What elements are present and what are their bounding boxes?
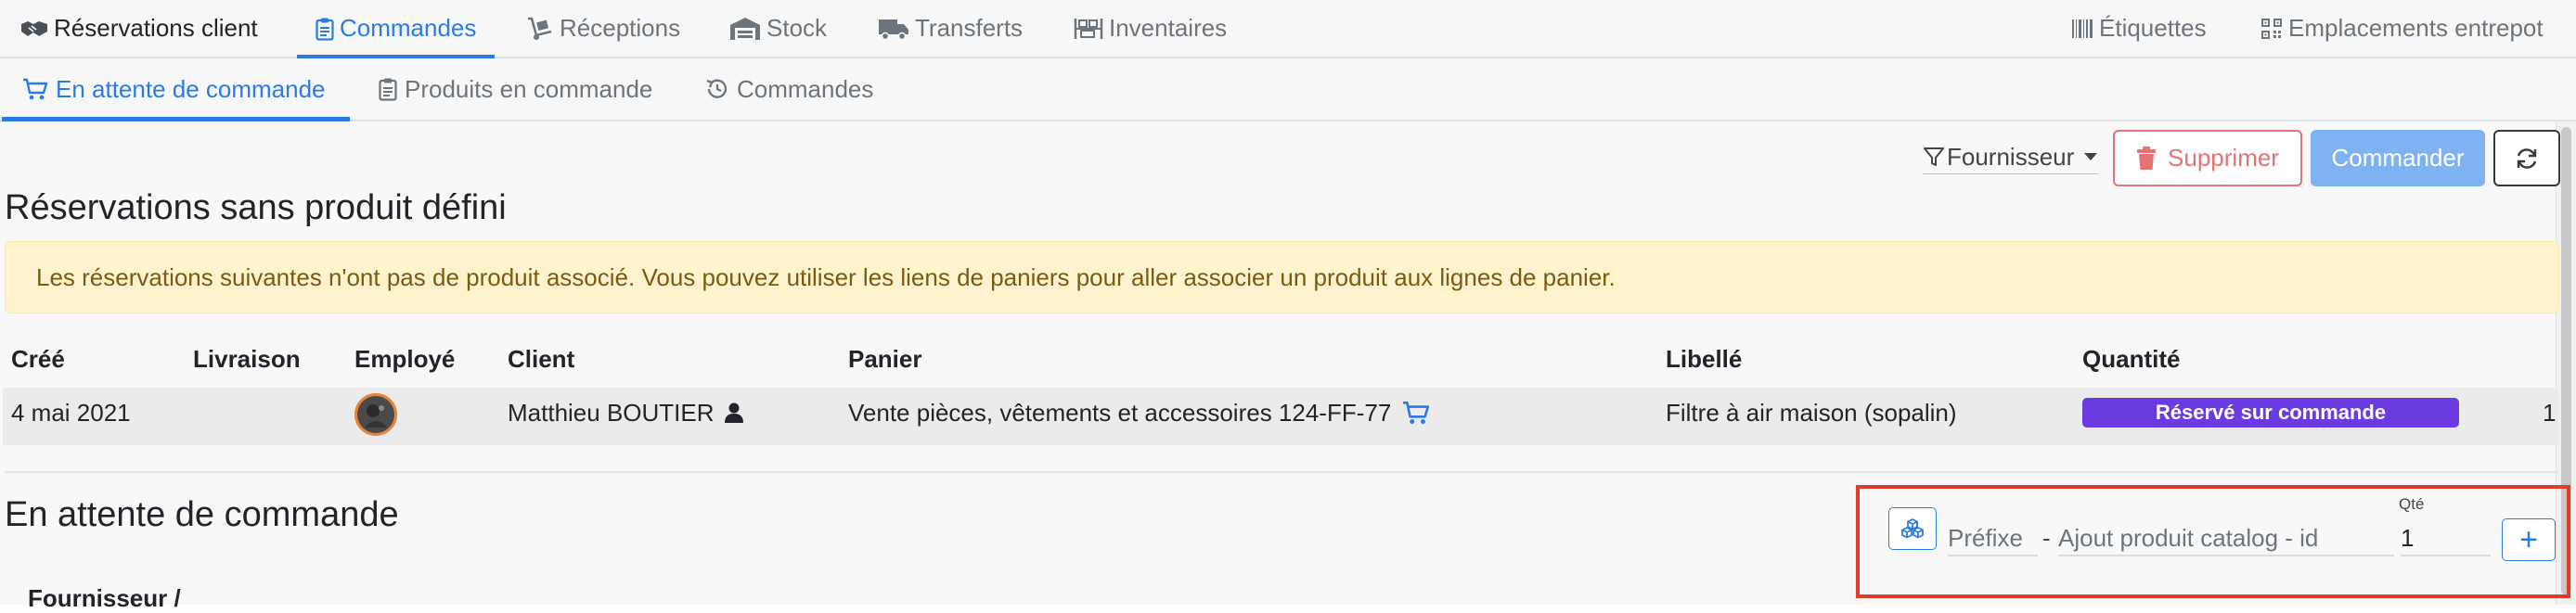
cell-libelle: Filtre à air maison (sopalin) bbox=[1666, 398, 1957, 427]
employee-avatar bbox=[354, 393, 397, 436]
delete-button[interactable]: Supprimer bbox=[2113, 130, 2302, 186]
cell-client: Matthieu BOUTIER bbox=[508, 397, 744, 428]
qty-value: 1 bbox=[2401, 523, 2415, 552]
refresh-button[interactable] bbox=[2493, 130, 2560, 186]
product-catalog-input[interactable]: Ajout produit catalog - id bbox=[2058, 521, 2394, 556]
subtab-en-attente-label: En attente de commande bbox=[56, 74, 326, 103]
column-header-client: Client bbox=[508, 345, 575, 373]
link-emplacements-entrepot[interactable]: Emplacements entrepot bbox=[2260, 0, 2544, 57]
column-header-fournisseur: Fournisseur / bbox=[28, 584, 181, 612]
cell-panier: Vente pièces, vêtements et accessoires 1… bbox=[848, 397, 1430, 428]
handshake-icon bbox=[20, 19, 48, 39]
tab-reservations-client[interactable]: Réservations client bbox=[20, 0, 258, 57]
dolly-icon bbox=[526, 17, 554, 41]
supplier-filter-dropdown[interactable]: Fournisseur bbox=[1923, 140, 2099, 174]
caret-down-icon bbox=[2083, 152, 2098, 161]
filter-icon bbox=[1923, 146, 1945, 168]
prefix-placeholder: Préfixe bbox=[1948, 523, 2023, 552]
qty-label: Qté bbox=[2399, 495, 2425, 513]
cell-cree: 4 mai 2021 bbox=[11, 398, 131, 427]
column-header-libelle: Libellé bbox=[1666, 345, 1743, 373]
column-header-panier: Panier bbox=[848, 345, 922, 373]
subtab-produits-en-commande[interactable]: Produits en commande bbox=[379, 58, 652, 120]
cell-quantite: 1 bbox=[2543, 398, 2557, 427]
history-icon bbox=[705, 77, 729, 101]
section-divider bbox=[5, 471, 2558, 473]
tab-stock[interactable]: Stock bbox=[729, 0, 827, 57]
section-title-reservations-sans-produit: Réservations sans produit défini bbox=[5, 188, 507, 227]
column-header-quantite: Quantité bbox=[2082, 345, 2181, 373]
prefix-separator: - bbox=[2042, 523, 2051, 552]
warning-alert-text: Les réservations suivantes n'ont pas de … bbox=[36, 262, 1616, 291]
link-emplacements-entrepot-label: Emplacements entrepot bbox=[2288, 14, 2544, 42]
supplier-filter-label: Fournisseur bbox=[1947, 142, 2075, 171]
tab-transferts[interactable]: Transferts bbox=[878, 0, 1023, 57]
add-product-button[interactable]: + bbox=[2502, 518, 2556, 561]
plus-icon: + bbox=[2519, 521, 2538, 557]
cart-link-icon[interactable] bbox=[1402, 401, 1430, 425]
column-header-cree: Créé bbox=[11, 345, 65, 373]
client-name-link[interactable]: Matthieu BOUTIER bbox=[508, 399, 715, 428]
tab-stock-label: Stock bbox=[766, 14, 828, 42]
sub-nav: En attente de commande Produits en comma… bbox=[0, 58, 2576, 121]
clipboard-icon bbox=[379, 77, 397, 101]
tab-commandes-label: Commandes bbox=[340, 14, 477, 42]
subtab-commandes[interactable]: Commandes bbox=[705, 58, 873, 120]
tab-receptions[interactable]: Réceptions bbox=[526, 0, 680, 57]
order-button[interactable]: Commander bbox=[2311, 130, 2485, 186]
section-title-en-attente-de-commande: En attente de commande bbox=[5, 495, 399, 534]
tab-reservations-client-label: Réservations client bbox=[54, 14, 258, 42]
trash-icon bbox=[2136, 146, 2157, 171]
status-badge: Réservé sur commande bbox=[2082, 398, 2459, 428]
qrcode-icon bbox=[2260, 18, 2283, 40]
column-header-livraison: Livraison bbox=[193, 345, 301, 373]
tab-commandes[interactable]: Commandes bbox=[296, 0, 496, 58]
user-icon bbox=[724, 402, 744, 424]
column-header-employe: Employé bbox=[354, 345, 456, 373]
tab-inventaires[interactable]: Inventaires bbox=[1074, 0, 1227, 57]
product-catalog-placeholder: Ajout produit catalog - id bbox=[2058, 523, 2319, 552]
subtab-produits-en-commande-label: Produits en commande bbox=[405, 74, 653, 103]
cart-icon bbox=[22, 78, 48, 100]
subtab-commandes-label: Commandes bbox=[737, 74, 874, 103]
tab-inventaires-label: Inventaires bbox=[1109, 14, 1228, 42]
top-nav: Réservations client Commandes Réceptions… bbox=[0, 0, 2576, 58]
cubes-icon bbox=[1900, 517, 1925, 540]
subtab-en-attente-de-commande[interactable]: En attente de commande bbox=[2, 58, 350, 121]
catalog-search-button[interactable] bbox=[1888, 507, 1937, 550]
refresh-icon bbox=[2514, 146, 2540, 172]
basket-name: Vente pièces, vêtements et accessoires 1… bbox=[848, 398, 1392, 427]
prefix-input[interactable]: Préfixe bbox=[1948, 521, 2038, 556]
inventory-icon bbox=[1074, 17, 1103, 41]
link-etiquettes-label: Étiquettes bbox=[2099, 14, 2207, 42]
warehouse-icon bbox=[729, 17, 761, 41]
warning-alert: Les réservations suivantes n'ont pas de … bbox=[5, 241, 2558, 313]
truck-icon bbox=[878, 17, 909, 41]
qty-input[interactable]: 1 bbox=[2401, 521, 2491, 556]
tab-transferts-label: Transferts bbox=[915, 14, 1024, 42]
link-etiquettes[interactable]: Étiquettes bbox=[2071, 0, 2207, 57]
barcode-icon bbox=[2071, 18, 2093, 40]
clipboard-icon bbox=[316, 17, 334, 41]
order-button-label: Commander bbox=[2331, 144, 2465, 172]
delete-button-label: Supprimer bbox=[2168, 144, 2279, 172]
tab-receptions-label: Réceptions bbox=[560, 14, 681, 42]
